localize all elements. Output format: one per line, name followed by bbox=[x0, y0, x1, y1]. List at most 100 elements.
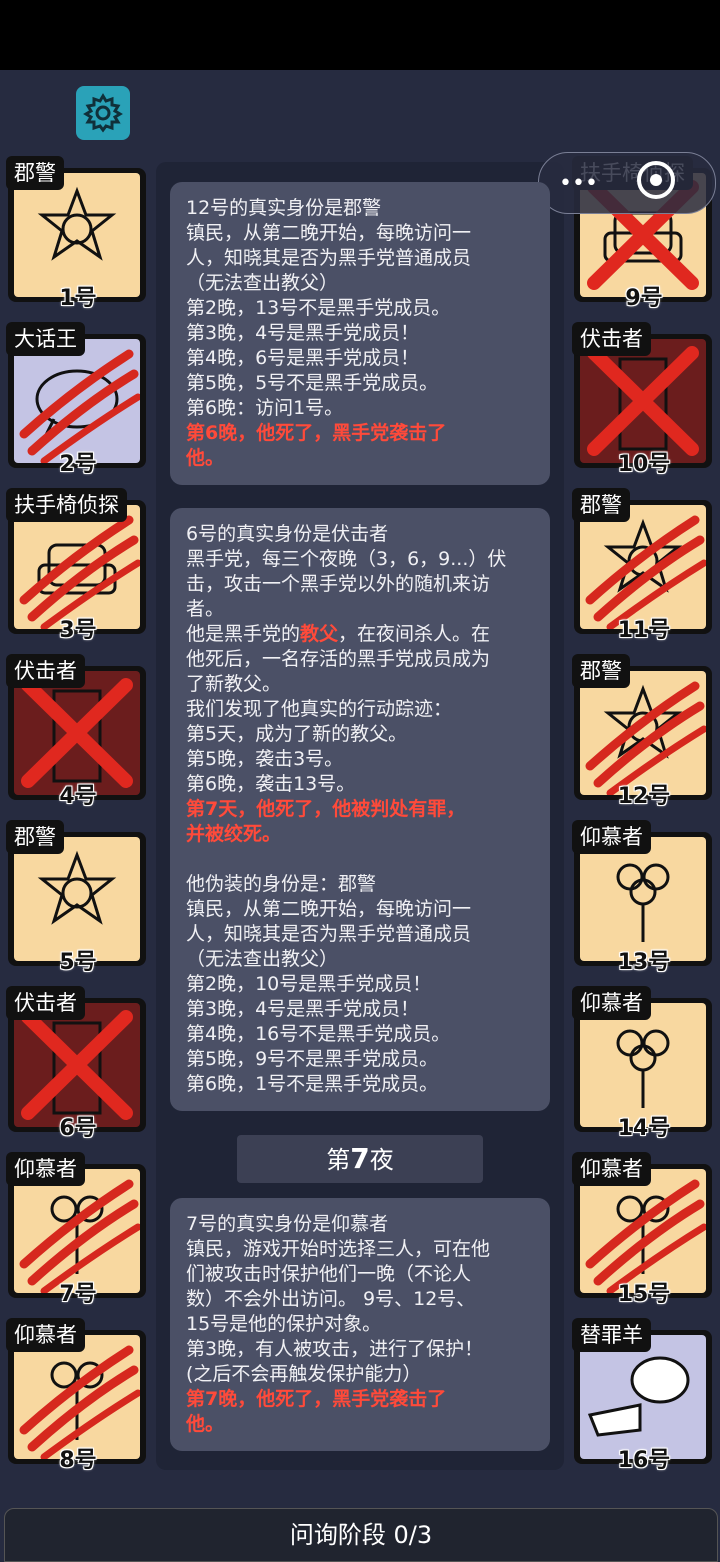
player-card-15[interactable]: 仰慕者 15号 bbox=[570, 1152, 718, 1324]
log-line: 第3晚，4号是黑手党成员！ bbox=[186, 998, 420, 1020]
flower-bouquet-icon bbox=[50, 1195, 104, 1274]
log-line: 我们发现了他真实的行动踪迹： bbox=[186, 698, 453, 720]
player-card-3[interactable]: 扶手椅侦探 3号 bbox=[4, 488, 152, 660]
log-line: 第5晚，5号不是黑手党成员。 bbox=[186, 372, 439, 394]
night-number: 7 bbox=[350, 1142, 370, 1175]
inquiry-phase-bar[interactable]: 问询阶段 0/3 bbox=[4, 1508, 718, 1562]
log-line: 黑手党，每三个夜晚（3，6，9...）伏 bbox=[186, 548, 507, 570]
player-number: 3号 bbox=[59, 618, 97, 643]
door-icon bbox=[618, 357, 668, 451]
log-line: 了新教父。 bbox=[186, 673, 282, 695]
log-line: 人，知晓其是否为黑手党普通成员 bbox=[186, 923, 472, 945]
sheriff-badge-icon bbox=[603, 684, 683, 759]
log-message-2: 6号的真实身份是伏击者 黑手党，每三个夜晚（3，6，9...）伏 击，攻击一个黑… bbox=[170, 508, 550, 1111]
log-message-1: 12号的真实身份是郡警 镇民，从第二晚开始，每晚访问一 人，知晓其是否为黑手党普… bbox=[170, 182, 550, 485]
player-number: 1号 bbox=[59, 286, 97, 311]
log-line: (之后不会再触发保护能力） bbox=[186, 1363, 422, 1385]
player-card-13[interactable]: 仰慕者 13号 bbox=[570, 820, 718, 992]
log-line: 镇民，从第二晚开始，每晚访问一 bbox=[186, 222, 472, 244]
player-card-8[interactable]: 仰慕者 8号 bbox=[4, 1318, 152, 1490]
armchair-icon bbox=[37, 543, 117, 595]
player-number: 10号 bbox=[617, 452, 671, 477]
player-number: 4号 bbox=[59, 784, 97, 809]
log-line: 第3晚，有人被攻击，进行了保护！ bbox=[186, 1338, 484, 1360]
flower-bouquet-icon bbox=[616, 863, 670, 942]
player-card-4[interactable]: 伏击者 4号 bbox=[4, 654, 152, 826]
log-line: 数）不会外出访问。 9号、12号、 bbox=[186, 1288, 476, 1310]
log-line: 第5晚，9号不是黑手党成员。 bbox=[186, 1048, 439, 1070]
log-line: 第6晚：访问1号。 bbox=[186, 397, 344, 419]
role-label: 郡警 bbox=[6, 820, 64, 854]
player-card-1[interactable]: 郡警 1号 bbox=[4, 156, 152, 328]
role-label: 替罪羊 bbox=[572, 1318, 651, 1352]
player-number: 5号 bbox=[59, 950, 97, 975]
role-label: 郡警 bbox=[572, 488, 630, 522]
sheriff-badge-icon bbox=[37, 186, 117, 261]
settings-button[interactable] bbox=[76, 86, 130, 140]
log-line: （无法查出教父） bbox=[186, 948, 339, 970]
players-left: 郡警 1号 大话王 2号 扶手椅侦探 3号 伏击者 4号 郡警 5号 伏击者 6… bbox=[4, 156, 154, 1490]
role-label: 郡警 bbox=[572, 654, 630, 688]
log-message-3: 7号的真实身份是仰慕者 镇民，游戏开始时选择三人，可在他 们被攻击时保护他们一晚… bbox=[170, 1198, 550, 1451]
log-line: 第6晚，袭击13号。 bbox=[186, 773, 356, 795]
player-number: 7号 bbox=[59, 1282, 97, 1307]
player-number: 9号 bbox=[625, 286, 663, 311]
player-number: 6号 bbox=[59, 1116, 97, 1141]
log-line: 击，攻击一个黑手党以外的随机来访 bbox=[186, 573, 491, 595]
sheep-pointing-icon bbox=[587, 1356, 690, 1437]
door-icon bbox=[52, 1021, 102, 1115]
log-line: 镇民，从第二晚开始，每晚访问一 bbox=[186, 898, 472, 920]
log-line: 他是黑手党的教父，在夜间杀人。在 bbox=[186, 622, 534, 647]
player-card-5[interactable]: 郡警 5号 bbox=[4, 820, 152, 992]
log-line: 人，知晓其是否为黑手党普通成员 bbox=[186, 247, 472, 269]
log-line: 第5晚，袭击3号。 bbox=[186, 748, 344, 770]
role-label: 郡警 bbox=[6, 156, 64, 190]
player-card-11[interactable]: 郡警 11号 bbox=[570, 488, 718, 660]
player-number: 16号 bbox=[617, 1448, 671, 1473]
death-notice: 他。 bbox=[186, 1413, 225, 1435]
death-notice: 第6晚，他死了，黑手党袭击了 bbox=[186, 422, 447, 444]
role-label: 伏击者 bbox=[6, 654, 85, 688]
death-notice: 并被绞死。 bbox=[186, 823, 282, 845]
door-icon bbox=[52, 689, 102, 783]
death-notice: 他。 bbox=[186, 447, 225, 469]
player-number: 12号 bbox=[617, 784, 671, 809]
night-suffix: 夜 bbox=[369, 1146, 394, 1174]
log-line: 镇民，游戏开始时选择三人，可在他 bbox=[186, 1238, 491, 1260]
phase-label: 问询阶段 0/3 bbox=[289, 1521, 433, 1549]
log-line: 12号的真实身份是郡警 bbox=[186, 197, 382, 219]
log-line: 第2晚，10号是黑手党成员！ bbox=[186, 973, 432, 995]
log-line: 第3晚，4号是黑手党成员！ bbox=[186, 322, 420, 344]
death-notice: 第7晚，他死了，黑手党袭击了 bbox=[186, 1388, 447, 1410]
player-number: 2号 bbox=[59, 452, 97, 477]
role-label: 仰慕者 bbox=[572, 986, 651, 1020]
role-label: 仰慕者 bbox=[6, 1318, 85, 1352]
player-card-16[interactable]: 替罪羊 16号 bbox=[570, 1318, 718, 1490]
more-icon[interactable]: ••• bbox=[559, 171, 598, 196]
player-card-7[interactable]: 仰慕者 7号 bbox=[4, 1152, 152, 1324]
log-line: 第4晚，16号不是黑手党成员。 bbox=[186, 1023, 451, 1045]
log-text: ，在夜间杀人。在 bbox=[338, 623, 491, 645]
player-card-12[interactable]: 郡警 12号 bbox=[570, 654, 718, 826]
godfather-highlight: 教父 bbox=[300, 623, 339, 645]
sheriff-badge-icon bbox=[37, 850, 117, 925]
player-card-2[interactable]: 大话王 2号 bbox=[4, 322, 152, 494]
flower-bouquet-icon bbox=[50, 1361, 104, 1440]
player-card-6[interactable]: 伏击者 6号 bbox=[4, 986, 152, 1158]
role-label: 仰慕者 bbox=[572, 1152, 651, 1186]
player-card-14[interactable]: 仰慕者 14号 bbox=[570, 986, 718, 1158]
player-number: 8号 bbox=[59, 1448, 97, 1473]
player-card-10[interactable]: 伏击者 10号 bbox=[570, 322, 718, 494]
role-label: 伏击者 bbox=[6, 986, 85, 1020]
log-line: 者。 bbox=[186, 598, 225, 620]
log-line: （无法查出教父） bbox=[186, 272, 339, 294]
log-line: 第4晚，6号是黑手党成员！ bbox=[186, 347, 420, 369]
close-target-icon[interactable] bbox=[637, 161, 675, 199]
players-right: 扶手椅侦探 9号 伏击者 10号 bbox=[570, 156, 720, 1490]
log-line: 第2晚，13号不是黑手党成员。 bbox=[186, 297, 451, 319]
gear-icon bbox=[83, 93, 123, 133]
log-line: 7号的真实身份是仰慕者 bbox=[186, 1213, 389, 1235]
status-bar bbox=[0, 0, 720, 70]
log-text: 他是黑手党的 bbox=[186, 623, 301, 645]
